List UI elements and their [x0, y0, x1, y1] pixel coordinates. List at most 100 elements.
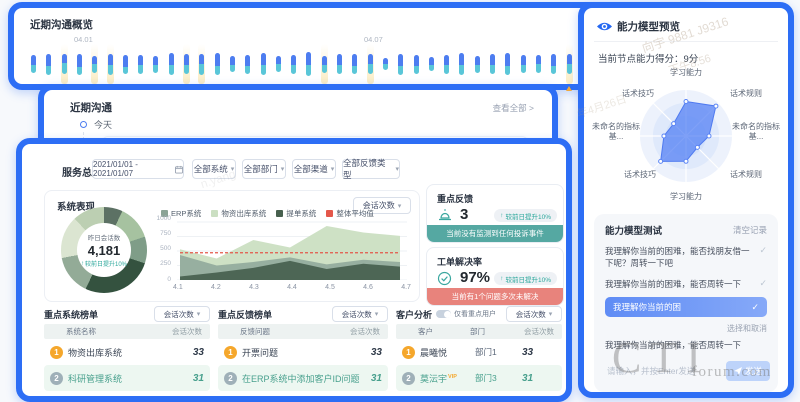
- timeline-capsule[interactable]: [91, 44, 98, 84]
- table-row[interactable]: 1 物资出库系统 33: [44, 339, 210, 365]
- siren-icon: [437, 208, 453, 222]
- view-all-link[interactable]: 查看全部 >: [493, 102, 534, 114]
- check-circle-icon: [437, 271, 452, 286]
- table-row[interactable]: 2 科研管理系统 31: [44, 365, 210, 391]
- timeline-capsule[interactable]: [428, 44, 435, 84]
- timeline-capsule[interactable]: [336, 44, 343, 84]
- filter-channel-dropdown[interactable]: 全部渠道 ▾: [292, 159, 336, 179]
- timeline-capsule[interactable]: [474, 44, 481, 84]
- timeline-capsule[interactable]: [566, 44, 573, 84]
- timeline-capsule[interactable]: [290, 44, 297, 84]
- timeline-capsule[interactable]: [275, 44, 282, 84]
- timeline-capsule[interactable]: [550, 44, 557, 84]
- divider: [594, 41, 778, 42]
- timeline-bullet-icon: [80, 121, 87, 128]
- timeline-capsule[interactable]: [183, 44, 190, 84]
- timeline-capsule[interactable]: [76, 44, 83, 84]
- test-message-selected[interactable]: 我理解你当前的困 ✓: [605, 297, 767, 317]
- timeline-capsule[interactable]: [321, 44, 328, 84]
- timeline-capsule[interactable]: [443, 44, 450, 84]
- check-icon: ✓: [759, 245, 767, 256]
- panel-title: 近期沟通概览: [30, 17, 93, 32]
- table-row[interactable]: 2 在ERP系统中添加客户ID问题 31: [218, 365, 388, 391]
- timeline-capsule[interactable]: [30, 44, 37, 84]
- arrow-up-icon: ↑: [81, 261, 84, 267]
- timeline-capsule[interactable]: [535, 44, 542, 84]
- timeline-capsule[interactable]: [458, 44, 465, 84]
- date-label: 04.01: [74, 35, 93, 44]
- rank-badge: 1: [402, 346, 415, 359]
- table-row[interactable]: 1 开票问题 33: [218, 339, 388, 365]
- timeline-capsule[interactable]: [367, 44, 374, 84]
- panel-service-dashboard: 服务总量 2021/01/01 - 2021/01/07 全部系统 ▾ 全部部门…: [16, 138, 572, 402]
- date-range-value: 2021/01/01 - 2021/01/07: [93, 160, 171, 178]
- timeline-capsule[interactable]: [122, 44, 129, 84]
- table-metric-dropdown[interactable]: 会话次数 ▾: [332, 306, 388, 322]
- card-title: 重点反馈: [437, 192, 473, 205]
- donut-chart: 昨日会话数 4,181 ↑ 较前日提升10%: [61, 207, 147, 293]
- y-tick-label: 250: [160, 261, 171, 268]
- timeline-capsule[interactable]: [260, 44, 267, 84]
- timeline-capsule[interactable]: [489, 44, 496, 84]
- calendar-icon: [175, 165, 183, 174]
- card-title: 工单解决率: [437, 255, 482, 268]
- card-value: 97%: [460, 269, 490, 286]
- rank-badge: 2: [402, 372, 415, 385]
- timeline-capsule[interactable]: [413, 44, 420, 84]
- table-title: 重点系统榜单: [44, 308, 98, 321]
- x-tick-label: 4.7: [401, 284, 411, 291]
- filter-feedback-type-dropdown[interactable]: 全部反馈类型 ▾: [342, 159, 400, 179]
- y-tick-label: 750: [160, 231, 171, 238]
- timeline-capsule[interactable]: [305, 44, 312, 84]
- chevron-down-icon: ▾: [375, 310, 379, 318]
- eye-icon: [596, 21, 613, 32]
- x-tick-label: 4.2: [211, 284, 221, 291]
- timeline-capsule[interactable]: [137, 44, 144, 84]
- timeline-capsule[interactable]: [504, 44, 511, 84]
- send-button[interactable]: 发送: [726, 361, 770, 381]
- table-row[interactable]: 2 莫沄宇VIP 部门3 31: [396, 365, 562, 391]
- paper-plane-icon: [734, 367, 742, 375]
- timeline-capsule[interactable]: [152, 44, 159, 84]
- arrow-up-icon: ↑: [500, 275, 503, 282]
- radar-axis-label: 未命名的指标基...: [732, 122, 780, 142]
- chevron-down-icon: ▾: [549, 310, 553, 318]
- timeline-capsule[interactable]: [244, 44, 251, 84]
- table-header-row: 客户 部门 会话次数: [396, 324, 562, 339]
- panel-title: 近期沟通: [70, 100, 112, 115]
- radar-axis-label: 话术规则: [730, 170, 762, 180]
- vip-only-toggle[interactable]: [436, 310, 451, 318]
- timeline-capsule[interactable]: [351, 44, 358, 84]
- timeline-capsule[interactable]: [107, 44, 114, 84]
- table-metric-dropdown[interactable]: 会话次数 ▾: [506, 306, 562, 322]
- timeline-capsule[interactable]: [382, 44, 389, 84]
- message-input[interactable]: [605, 365, 720, 377]
- timeline-capsule[interactable]: [168, 44, 175, 84]
- table-metric-dropdown[interactable]: 会话次数 ▾: [154, 306, 210, 322]
- today-label: 今天: [94, 118, 112, 131]
- test-message[interactable]: 我理解你当前的困难，能否周转一下 ✓: [605, 278, 767, 290]
- timeline-capsule[interactable]: [229, 44, 236, 84]
- timeline-capsule[interactable]: [214, 44, 221, 84]
- timeline-capsule[interactable]: [397, 44, 404, 84]
- y-tick-label: 500: [160, 246, 171, 253]
- test-message[interactable]: 我理解你当前的困难，能否周转一下: [605, 339, 767, 351]
- table-row[interactable]: 1 晨曦悦 部门1 33: [396, 339, 562, 365]
- filter-department-dropdown[interactable]: 全部部门 ▾: [242, 159, 286, 179]
- score-text: 当前节点能力得分：9分: [598, 51, 698, 65]
- timeline-capsule[interactable]: [198, 44, 205, 84]
- chart-legend: ERP系统物资出库系统提单系统整体平均值: [161, 208, 374, 219]
- y-tick-label: 0: [167, 277, 171, 284]
- card-value: 3: [460, 206, 468, 223]
- legend-item: 提单系统: [276, 208, 316, 219]
- timeline-capsule[interactable]: [45, 44, 52, 84]
- date-range-picker[interactable]: 2021/01/01 - 2021/01/07: [92, 159, 184, 179]
- timeline-capsule[interactable]: [61, 44, 68, 84]
- date-label: 04.07: [364, 35, 383, 44]
- clear-records-link[interactable]: 清空记录: [733, 224, 767, 236]
- x-tick-label: 4.3: [249, 284, 259, 291]
- test-message[interactable]: 我理解你当前的困难，能否找朋友借一下呢？周转一下吧 ✓: [605, 245, 767, 270]
- timeline-capsule[interactable]: [520, 44, 527, 84]
- filter-system-dropdown[interactable]: 全部系统 ▾: [192, 159, 236, 179]
- radar-axis-label: 话术规则: [730, 89, 762, 99]
